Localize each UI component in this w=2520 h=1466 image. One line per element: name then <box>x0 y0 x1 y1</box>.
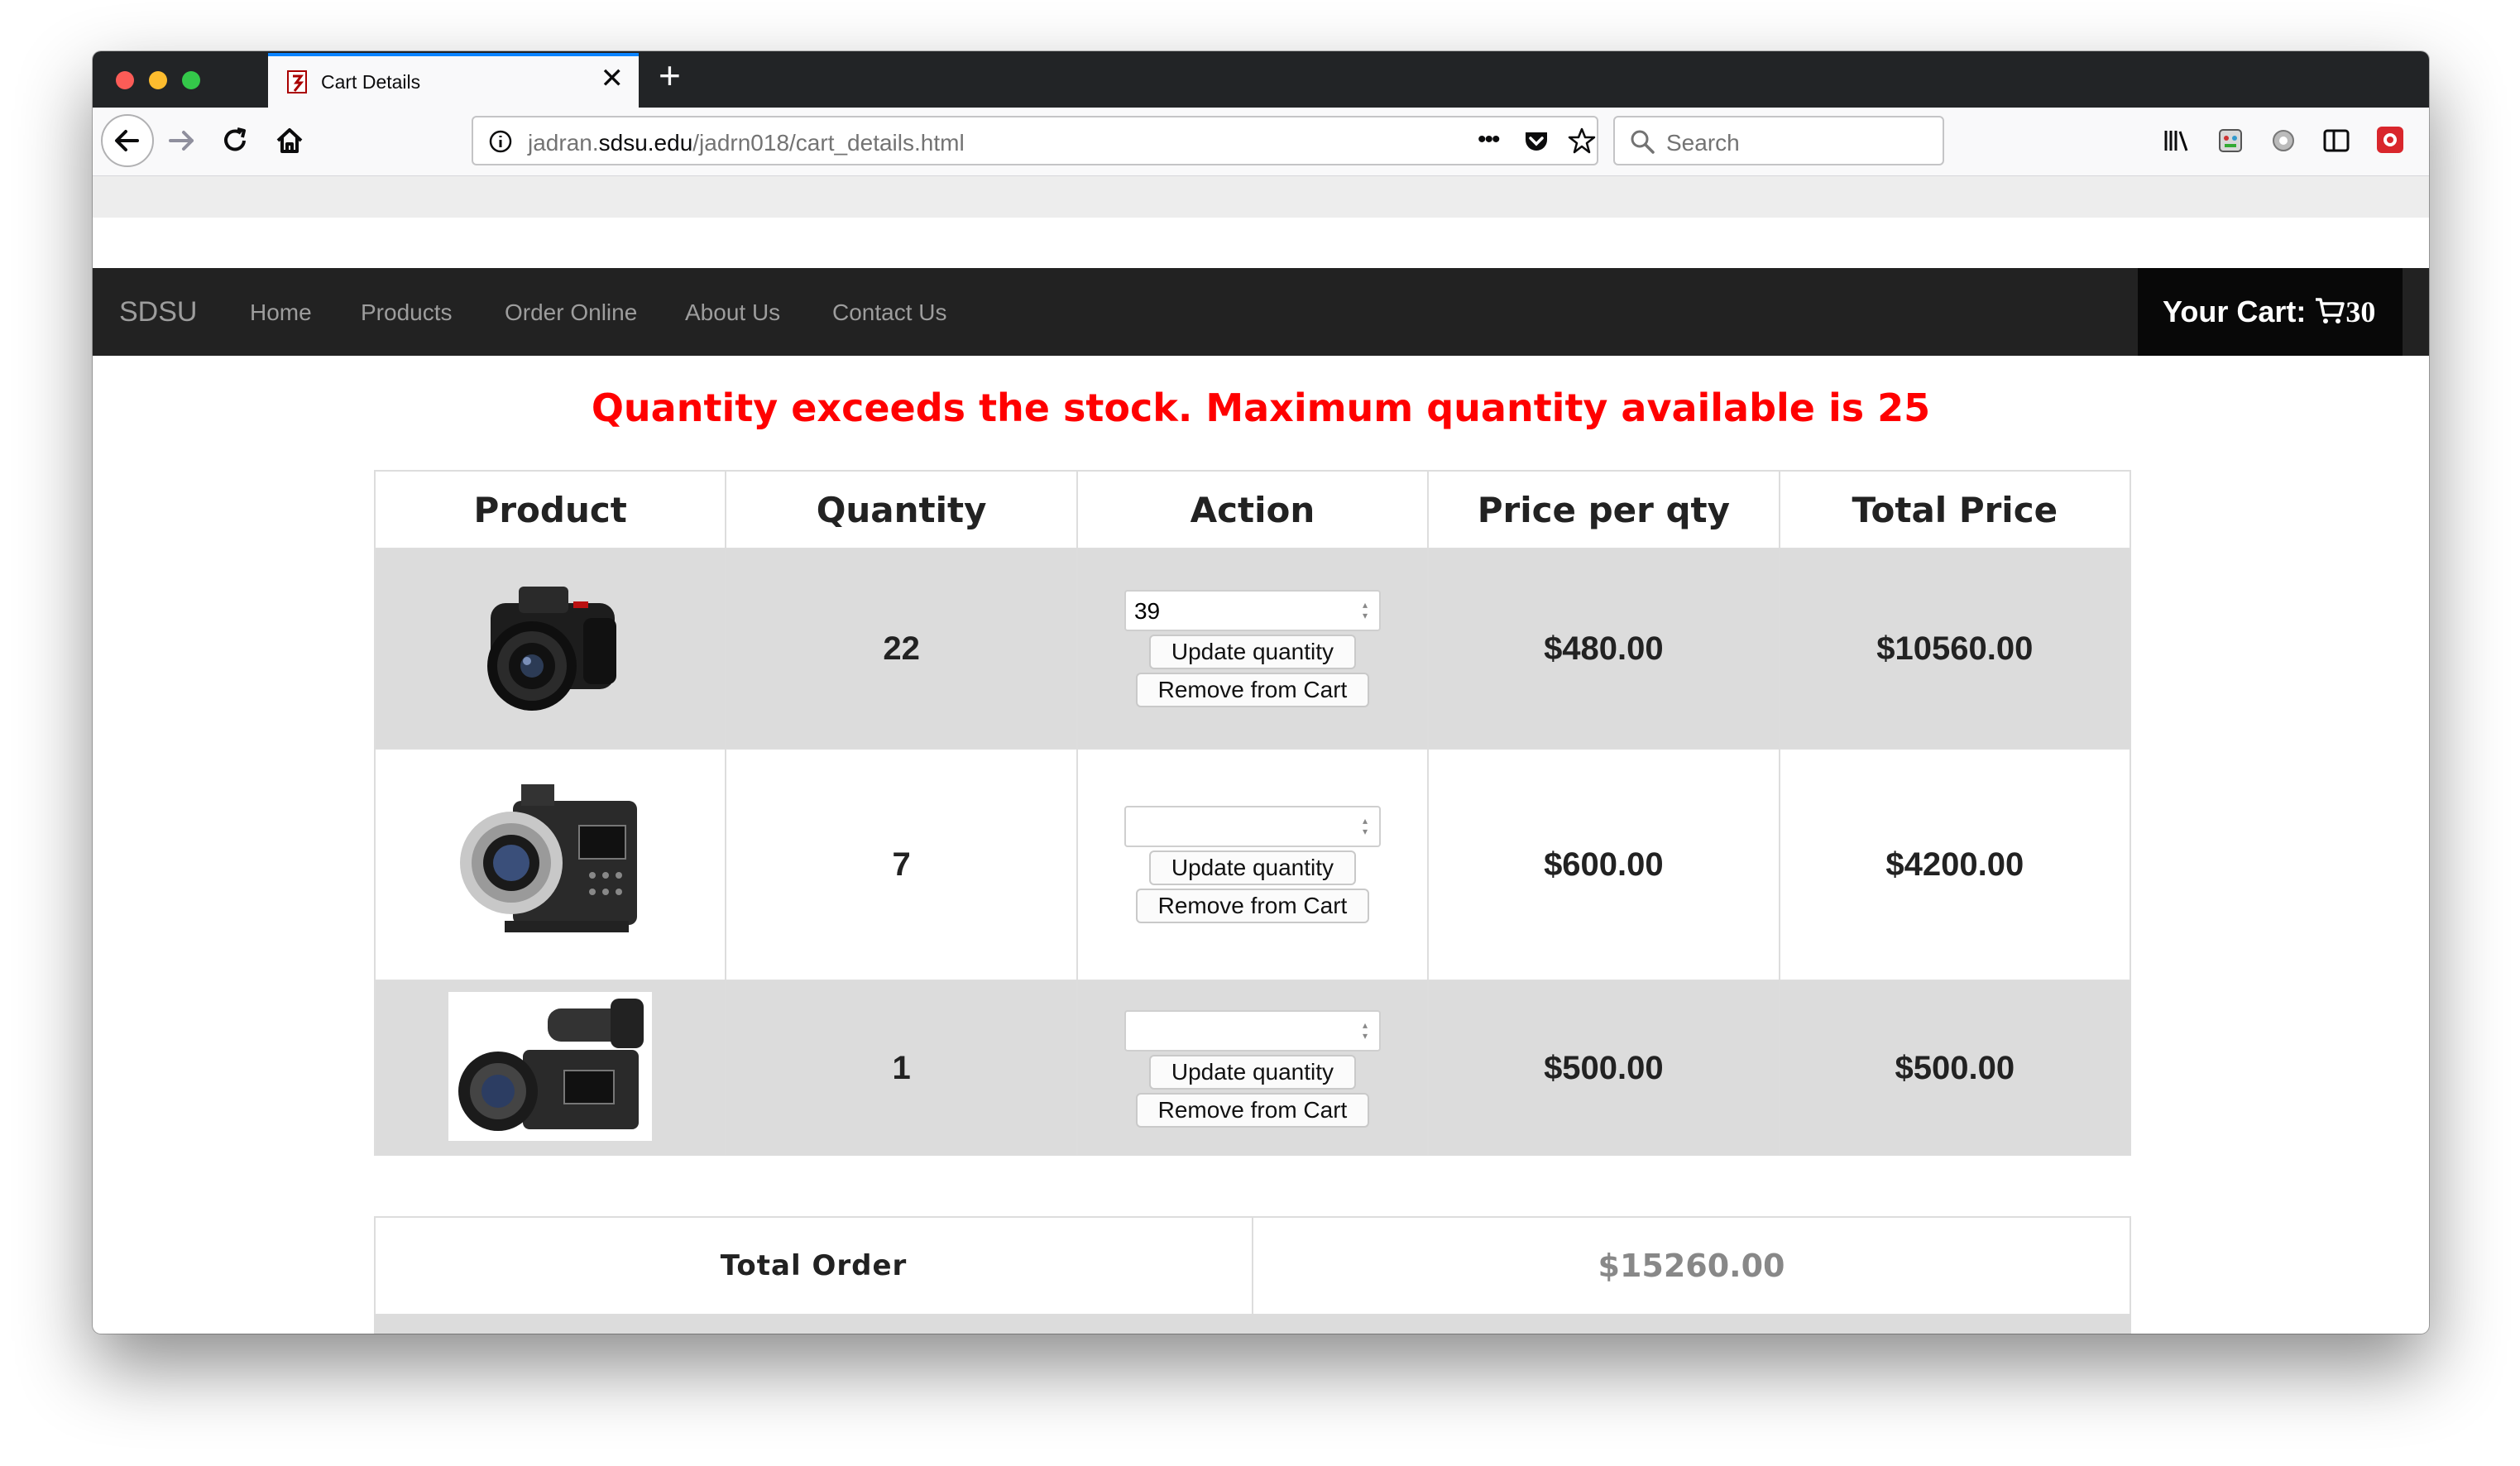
product-cell <box>373 549 727 749</box>
url-prefix: jadran. <box>528 130 599 156</box>
browser-window: Cart Details ✕ + jadran.sdsu.edu/jadrn01 <box>93 51 2429 1334</box>
sidebar-icon[interactable] <box>2320 124 2353 157</box>
maximize-window-button[interactable] <box>182 71 200 89</box>
header-price-per-qty: Price per qty <box>1427 470 1780 549</box>
total-price-value: $4200.00 <box>1778 748 2132 981</box>
nav-products[interactable]: Products <box>361 299 453 326</box>
price-per-qty-value: $600.00 <box>1427 748 1780 981</box>
action-cell: ▴ ▾ Update quantity Remove from Cart <box>1076 980 1430 1156</box>
price-per-qty-value: $500.00 <box>1427 980 1780 1156</box>
url-text: jadran.sdsu.edu/jadrn018/cart_details.ht… <box>528 130 965 156</box>
page-actions-icon[interactable]: ••• <box>1478 126 1500 154</box>
quantity-value: 7 <box>725 748 1078 981</box>
nav-order-online[interactable]: Order Online <box>505 299 637 326</box>
price-per-qty-value: $480.00 <box>1427 549 1780 749</box>
home-icon[interactable] <box>271 122 308 159</box>
gear-extension-icon[interactable] <box>2267 124 2300 157</box>
update-quantity-button[interactable]: Update quantity <box>1148 635 1356 669</box>
header-total-price: Total Price <box>1778 470 2132 549</box>
quantity-value: 22 <box>725 549 1078 749</box>
header-quantity: Quantity <box>725 470 1078 549</box>
close-tab-icon[interactable]: ✕ <box>601 65 625 93</box>
back-button[interactable] <box>101 114 154 167</box>
search-placeholder: Search <box>1666 130 1740 156</box>
cart-table: Product Quantity Action Price per qty To… <box>373 470 2132 1156</box>
stock-error-message: Quantity exceeds the stock. Maximum quan… <box>591 386 1931 430</box>
brand-link[interactable]: SDSU <box>119 296 197 328</box>
update-quantity-button[interactable]: Update quantity <box>1148 1054 1356 1090</box>
cart-label: Your Cart: <box>2163 295 2307 328</box>
tab-cart-details[interactable]: Cart Details ✕ <box>268 53 639 108</box>
nav-home[interactable]: Home <box>250 299 312 326</box>
minimize-window-button[interactable] <box>149 71 167 89</box>
extension-icon-2[interactable] <box>2373 122 2407 157</box>
page-top-strip <box>93 176 2429 218</box>
camcorder-image <box>448 992 653 1141</box>
cart-summary: Your Cart: 30 <box>2163 295 2375 329</box>
tab-title: Cart Details <box>321 71 421 93</box>
forward-arrow-icon[interactable] <box>164 122 200 159</box>
search-icon <box>1631 130 1655 154</box>
url-domain: sdsu.edu <box>598 130 693 156</box>
quantity-value: 1 <box>725 980 1078 1156</box>
url-path: /jadrn018/cart_details.html <box>692 130 965 156</box>
close-window-button[interactable] <box>116 71 134 89</box>
spinner-icon[interactable]: ▴ ▾ <box>1363 816 1373 837</box>
search-bar[interactable]: Search <box>1613 116 1944 165</box>
menu-icon[interactable] <box>2426 126 2429 156</box>
spinner-icon[interactable]: ▴ ▾ <box>1363 1019 1373 1042</box>
quantity-input[interactable]: ▴ ▾ <box>1123 806 1381 847</box>
total-order-value: $15260.00 <box>1252 1216 2131 1315</box>
table-row: 22 39 ▴ ▾ Update quantity Remove from Cart… <box>373 549 2132 749</box>
remove-from-cart-button[interactable]: Remove from Cart <box>1135 1092 1369 1128</box>
quantity-input[interactable]: ▴ ▾ <box>1123 1009 1381 1052</box>
total-price-value: $500.00 <box>1778 980 2132 1156</box>
cinema-camera-image <box>460 783 638 932</box>
table-row: 7 ▴ ▾ Update quantity Remove from Cart $6… <box>373 748 2132 981</box>
pocket-icon[interactable] <box>1522 127 1550 156</box>
favicon-icon <box>287 70 307 93</box>
total-price-value: $10560.00 <box>1778 549 2132 749</box>
action-cell: ▴ ▾ Update quantity Remove from Cart <box>1076 748 1430 981</box>
action-cell: 39 ▴ ▾ Update quantity Remove from Cart <box>1076 549 1430 749</box>
cart-link[interactable]: Your Cart: 30 <box>2138 268 2403 356</box>
remove-from-cart-button[interactable]: Remove from Cart <box>1135 673 1369 707</box>
quantity-input[interactable]: 39 ▴ ▾ <box>1123 590 1381 631</box>
new-tab-button[interactable]: + <box>659 56 681 94</box>
reload-icon[interactable] <box>217 122 253 159</box>
cart-count: 30 <box>2345 295 2376 328</box>
header-action: Action <box>1076 470 1430 549</box>
url-bar[interactable]: jadran.sdsu.edu/jadrn018/cart_details.ht… <box>472 116 1598 165</box>
back-arrow-icon <box>115 130 139 151</box>
shopping-cart-icon <box>2316 298 2345 323</box>
product-cell <box>373 748 727 981</box>
spinner-icon[interactable]: ▴ ▾ <box>1363 600 1373 621</box>
table-bottom-strip <box>374 1314 2131 1334</box>
tab-bar: Cart Details ✕ + <box>93 51 2429 108</box>
nav-toolbar: jadran.sdsu.edu/jadrn018/cart_details.ht… <box>93 108 2429 176</box>
info-icon[interactable] <box>488 129 513 154</box>
product-cell <box>373 980 727 1156</box>
nav-contact-us[interactable]: Contact Us <box>832 299 947 326</box>
update-quantity-button[interactable]: Update quantity <box>1148 850 1356 885</box>
site-navbar: SDSU Home Products Order Online About Us… <box>93 268 2429 356</box>
total-order-label: Total Order <box>374 1216 1253 1315</box>
order-total-table: Total Order $15260.00 <box>374 1216 2131 1315</box>
nav-about-us[interactable]: About Us <box>685 299 780 326</box>
library-icon[interactable] <box>2161 124 2194 157</box>
table-row: 1 ▴ ▾ Update quantity Remove from Cart $5… <box>373 980 2132 1156</box>
extension-icon-1[interactable] <box>2214 124 2247 157</box>
remove-from-cart-button[interactable]: Remove from Cart <box>1135 889 1369 923</box>
quantity-input-value: 39 <box>1133 598 1161 624</box>
header-product: Product <box>373 470 727 549</box>
dslr-camera-image <box>487 586 617 711</box>
bookmark-star-icon[interactable] <box>1567 126 1597 156</box>
